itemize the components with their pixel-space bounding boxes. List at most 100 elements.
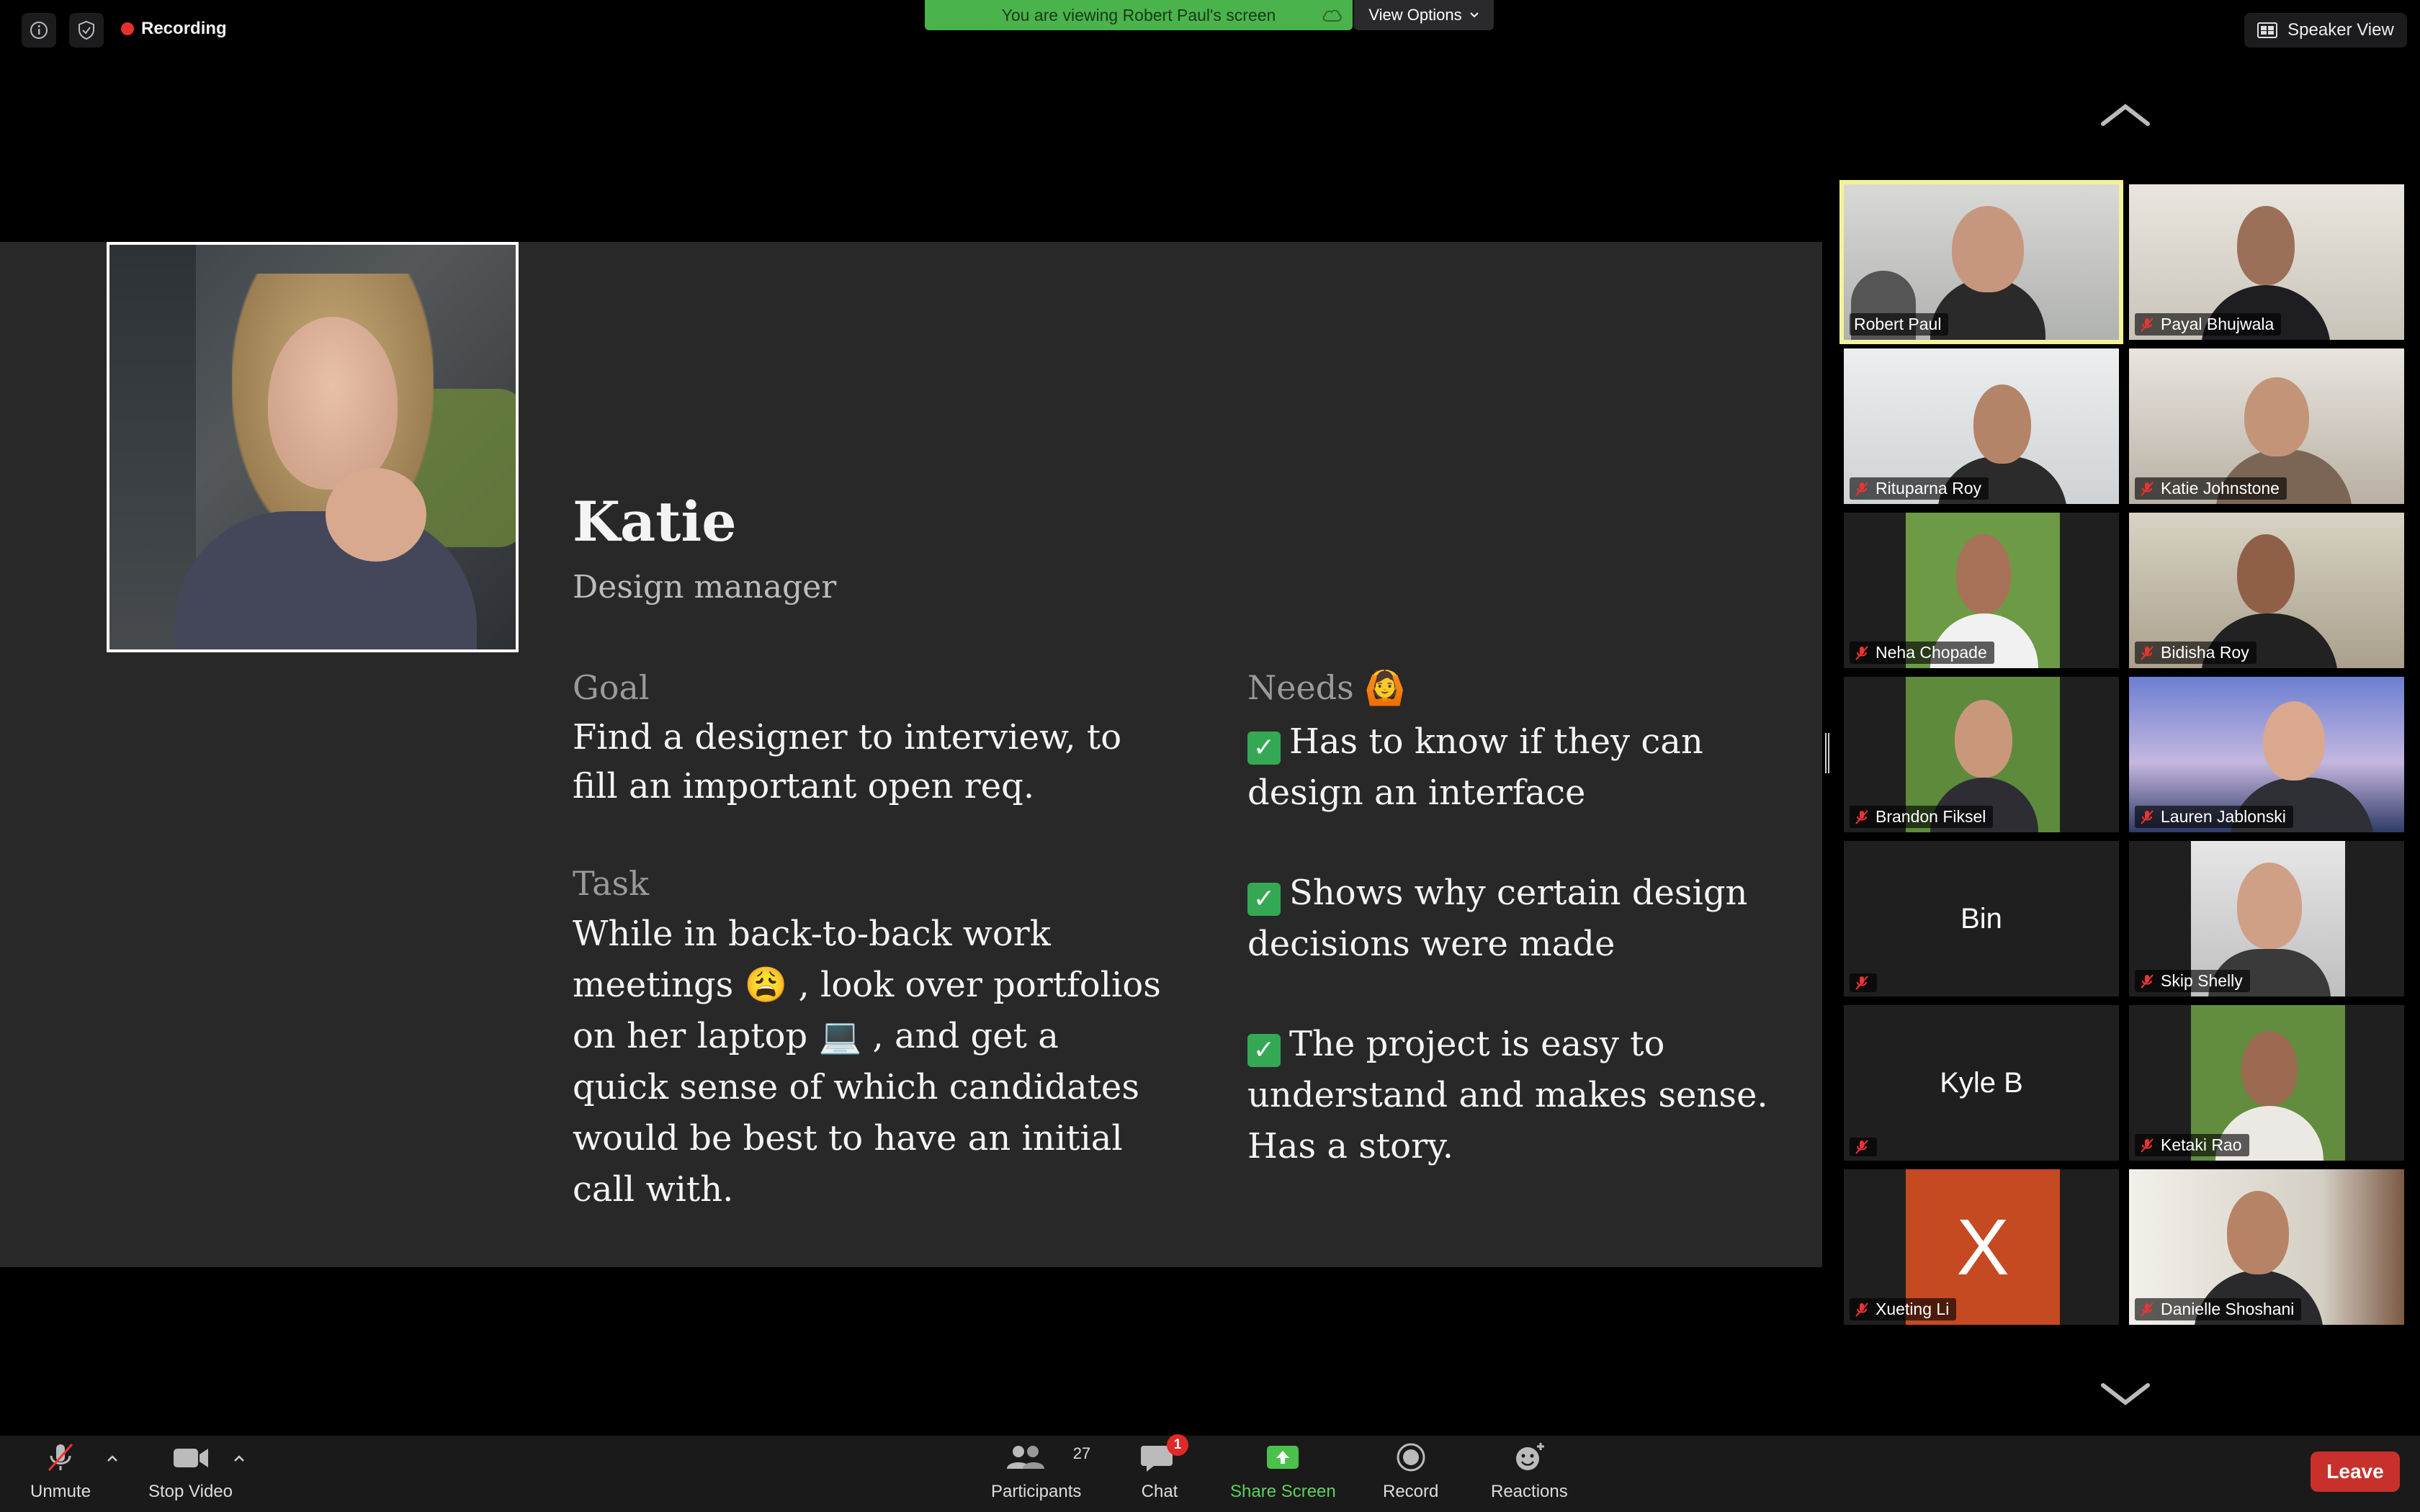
participant-name-label: Brandon Fiksel [1850,806,1994,828]
muted-mic-icon [2141,481,2154,496]
share-screen-label: Share Screen [1230,1482,1336,1501]
video-options-chevron-up-icon[interactable] [232,1452,246,1466]
speaker-view-button[interactable]: Speaker View [2244,13,2407,48]
participant-tile[interactable]: Brandon Fiksel [1844,677,2119,832]
persona-role: Design manager [573,569,837,606]
need-item: ✓ Shows why certain design decisions were… [1247,868,1809,970]
security-button[interactable] [69,13,104,48]
participants-button[interactable]: 27 Participants [991,1440,1090,1502]
participants-icon [1006,1446,1044,1469]
task-heading: Task [573,864,650,903]
participant-name-label: Neha Chopade [1850,642,1994,664]
stop-video-label: Stop Video [148,1482,233,1501]
participant-initials: Kyle B [1940,1066,2023,1099]
cloud-icon [1322,9,1342,22]
recording-label: Recording [141,19,227,38]
check-mark-icon: ✓ [1247,732,1281,765]
muted-mic-icon [2141,317,2154,332]
need-text: Has to know if they can design an interf… [1247,721,1703,813]
need-text: The project is easy to understand and ma… [1247,1024,1768,1166]
participant-name-label [1850,1138,1877,1156]
participant-tile[interactable]: Payal Bhujwala [2129,184,2404,340]
participant-tile[interactable]: Danielle Shoshani [2129,1169,2404,1325]
tired-face-emoji-icon: 😩 [744,965,788,1005]
need-item: ✓ The project is easy to understand and m… [1247,1019,1809,1172]
participant-name-label: Xueting Li [1850,1298,1957,1320]
participant-name-label [1850,973,1877,992]
share-screen-button[interactable]: Share Screen [1230,1440,1336,1502]
muted-mic-icon [1855,1302,1868,1317]
info-icon [30,22,48,39]
chat-label: Chat [1141,1482,1178,1501]
participant-tile[interactable]: Neha Chopade [1844,513,2119,668]
participant-tile[interactable]: Katie Johnstone [2129,348,2404,504]
muted-mic-icon [1855,1140,1868,1154]
muted-mic-icon [1855,976,1868,990]
meeting-info-button[interactable] [22,13,56,48]
participant-name-label: Payal Bhujwala [2135,313,2282,336]
participant-tile[interactable]: Ketaki Rao [2129,1005,2404,1161]
leave-button[interactable]: Leave [2311,1452,2400,1492]
recording-indicator[interactable]: Recording [121,19,227,39]
participant-name-label: Robert Paul [1850,313,1949,336]
laptop-emoji-icon: 💻 [818,1016,862,1056]
muted-mic-icon [2141,1302,2154,1317]
goal-heading: Goal [573,668,650,707]
view-options-label: View Options [1368,6,1462,24]
recording-dot-icon [121,22,134,35]
gallery-scroll-up-icon[interactable] [2099,101,2152,130]
muted-mic-icon [2141,809,2154,824]
needs-heading-text: Needs [1247,668,1354,707]
gallery-scroll-down-icon[interactable] [2099,1380,2152,1408]
participant-tile[interactable]: Lauren Jablonski [2129,677,2404,832]
check-mark-icon: ✓ [1247,1034,1281,1067]
participant-name-label: Danielle Shoshani [2135,1298,2302,1320]
muted-mic-icon [2141,1138,2154,1153]
participant-tile[interactable]: Robert Paul [1839,180,2123,344]
participant-tile[interactable]: Bidisha Roy [2129,513,2404,668]
chat-unread-badge: 1 [1167,1434,1188,1456]
participant-tile[interactable]: Bin [1844,841,2119,996]
reactions-button[interactable]: Reactions [1491,1440,1568,1502]
record-button[interactable]: Record [1383,1440,1438,1502]
participant-name-label: Bidisha Roy [2135,642,2257,664]
participant-name-label: Lauren Jablonski [2135,806,2293,828]
muted-mic-icon [48,1444,73,1471]
ok-gesture-emoji-icon: 🙆 [1364,668,1406,707]
participant-name-label: Skip Shelly [2135,970,2250,992]
participant-tile[interactable]: Kyle B [1844,1005,2119,1161]
needs-heading: Needs 🙆 [1247,668,1406,708]
video-camera-icon [173,1449,208,1467]
participant-tile[interactable]: X Xueting Li [1844,1169,2119,1325]
stop-video-button[interactable]: Stop Video [148,1440,233,1502]
need-text: Shows why certain design decisions were … [1247,873,1748,964]
need-item: ✓ Has to know if they can design an inter… [1247,716,1809,819]
chat-button[interactable]: 1 Chat [1139,1434,1188,1502]
goal-text: Find a designer to interview, to fill an… [573,717,1122,806]
task-text: While in back-to-back work meetings 😩 , … [573,909,1163,1215]
unmute-button[interactable]: Unmute [30,1440,91,1502]
viewing-banner-text: You are viewing Robert Paul's screen [1001,5,1276,24]
grid-view-icon [2257,22,2278,38]
audio-options-chevron-up-icon[interactable] [105,1452,120,1466]
panel-resize-handle[interactable] [1825,733,1829,773]
participants-count: 27 [1072,1444,1091,1462]
zoom-meeting-window: Recording You are viewing Robert Paul's … [0,0,2420,1512]
record-label: Record [1383,1482,1439,1501]
view-options-dropdown[interactable]: View Options [1354,0,1494,30]
participants-label: Participants [991,1482,1082,1501]
participant-tile[interactable]: Skip Shelly [2129,841,2404,996]
reactions-smiley-icon [1516,1443,1545,1470]
share-screen-icon [1267,1446,1299,1469]
muted-mic-icon [1855,645,1868,660]
reactions-label: Reactions [1491,1482,1568,1501]
participant-initials: Bin [1960,902,2002,935]
muted-mic-icon [1855,481,1868,496]
unmute-label: Unmute [30,1482,91,1501]
speaker-view-label: Speaker View [2287,20,2394,40]
muted-mic-icon [2141,973,2154,989]
participant-tile[interactable]: Rituparna Roy [1844,348,2119,504]
chevron-down-icon [1469,12,1479,18]
viewing-screen-banner: You are viewing Robert Paul's screen [925,0,1353,30]
persona-photo [107,242,519,652]
